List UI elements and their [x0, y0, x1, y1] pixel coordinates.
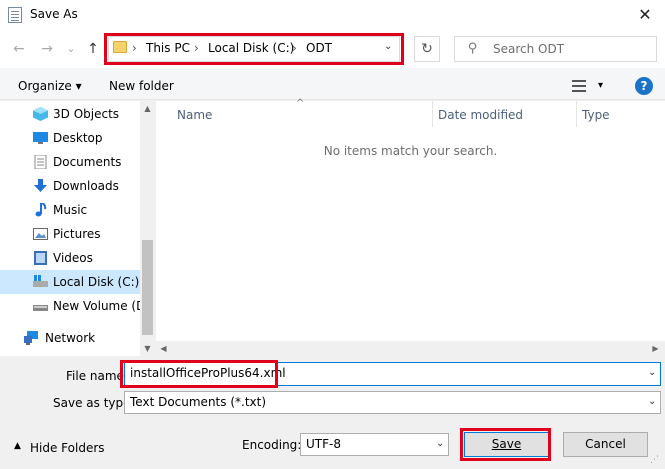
videos-icon [34, 251, 47, 265]
sort-ascending-icon: ^ [296, 98, 305, 109]
sidebar-item-label: Network [45, 331, 96, 345]
sidebar-item-label: Music [53, 203, 88, 217]
sidebar-item-label: Videos [53, 251, 93, 265]
back-button[interactable]: ← [10, 40, 28, 58]
sidebar-item-videos[interactable]: Videos [0, 246, 140, 270]
title-bar [0, 0, 665, 30]
view-dropdown-icon[interactable]: ▾ [598, 80, 603, 91]
cancel-button[interactable]: Cancel [563, 432, 648, 457]
scroll-up-icon[interactable]: ▲ [140, 101, 155, 116]
view-options-icon[interactable] [572, 80, 586, 92]
sidebar-item-label: Local Disk (C:) [53, 275, 140, 289]
search-icon: ⚲ [468, 41, 478, 56]
sidebar-item-label: New Volume (D: [53, 299, 150, 313]
up-button[interactable]: ↑ [84, 40, 102, 58]
sidebar-item-local-disk-c[interactable]: Local Disk (C:) [0, 270, 140, 294]
sidebar-item-3d-objects[interactable]: 3D Objects [0, 102, 140, 126]
address-highlight [104, 33, 404, 65]
sidebar-item-desktop[interactable]: Desktop [0, 126, 140, 150]
empty-message: No items match your search. [323, 144, 498, 158]
save-as-type-label: Save as type: [53, 396, 135, 410]
music-icon [35, 203, 47, 217]
sidebar-item-pictures[interactable]: Pictures [0, 222, 140, 246]
navigation-pane: 3D Objects Desktop Documents Downloads M… [0, 101, 155, 356]
file-name-highlight [120, 360, 278, 388]
sidebar-item-label: Downloads [53, 179, 119, 193]
download-icon [34, 179, 47, 192]
sidebar-item-label: 3D Objects [53, 107, 120, 121]
sidebar-scroll-thumb[interactable] [142, 240, 153, 335]
save-as-type-value: Text Documents (*.txt) [130, 395, 267, 409]
sidebar-item-documents[interactable]: Documents [0, 150, 140, 174]
drive-icon [33, 305, 48, 311]
save-highlight [460, 428, 551, 461]
window-title: Save As [30, 7, 78, 21]
chevron-up-icon[interactable]: ▲ [14, 441, 21, 451]
column-header-date-modified[interactable]: Date modified [438, 108, 523, 122]
save-as-type-dropdown-icon[interactable]: ⌄ [648, 396, 656, 407]
resize-grip-icon[interactable]: ⋰ [650, 455, 659, 465]
documents-icon [34, 155, 47, 169]
column-divider[interactable] [432, 101, 433, 127]
notepad-icon [8, 7, 22, 23]
close-button[interactable]: ✕ [630, 2, 660, 28]
sidebar-item-label: Desktop [53, 131, 103, 145]
scroll-down-icon[interactable]: ▼ [140, 341, 155, 356]
cube-icon [33, 107, 48, 121]
recent-locations-button[interactable]: ⌄ [62, 40, 80, 58]
sidebar-item-new-volume-d[interactable]: New Volume (D: [0, 294, 149, 318]
refresh-button[interactable]: ↻ [414, 36, 440, 62]
encoding-label: Encoding: [242, 438, 302, 452]
list-horizontal-scrollbar[interactable] [156, 341, 665, 356]
toolbar [0, 68, 665, 100]
sidebar-item-label: Pictures [53, 227, 101, 241]
encoding-value: UTF-8 [306, 437, 341, 451]
file-name-label: File name: [66, 369, 128, 383]
column-divider[interactable] [576, 101, 577, 127]
hide-folders-button[interactable]: Hide Folders [30, 441, 105, 455]
sidebar-item-downloads[interactable]: Downloads [0, 174, 140, 198]
pictures-icon [33, 228, 48, 240]
sidebar-item-label: Documents [53, 155, 122, 169]
sidebar-item-music[interactable]: Music [0, 198, 140, 222]
new-folder-button[interactable]: New folder [109, 79, 174, 93]
scroll-left-icon[interactable]: ◀ [156, 341, 171, 356]
encoding-dropdown-icon[interactable]: ⌄ [436, 438, 444, 449]
file-list[interactable] [156, 101, 665, 356]
help-icon[interactable]: ? [635, 77, 653, 95]
network-icon [24, 331, 38, 345]
column-header-name[interactable]: Name [177, 108, 212, 122]
organize-button[interactable]: Organize ▾ [18, 79, 82, 93]
search-placeholder: Search ODT [493, 42, 565, 56]
file-name-dropdown-icon[interactable]: ⌄ [648, 367, 656, 378]
scroll-right-icon[interactable]: ▶ [648, 341, 663, 356]
column-header-type[interactable]: Type [582, 108, 610, 122]
forward-button[interactable]: → [38, 40, 56, 58]
drive-icon [33, 275, 48, 287]
desktop-icon [33, 132, 48, 144]
sidebar-item-network[interactable]: Network [0, 326, 140, 350]
